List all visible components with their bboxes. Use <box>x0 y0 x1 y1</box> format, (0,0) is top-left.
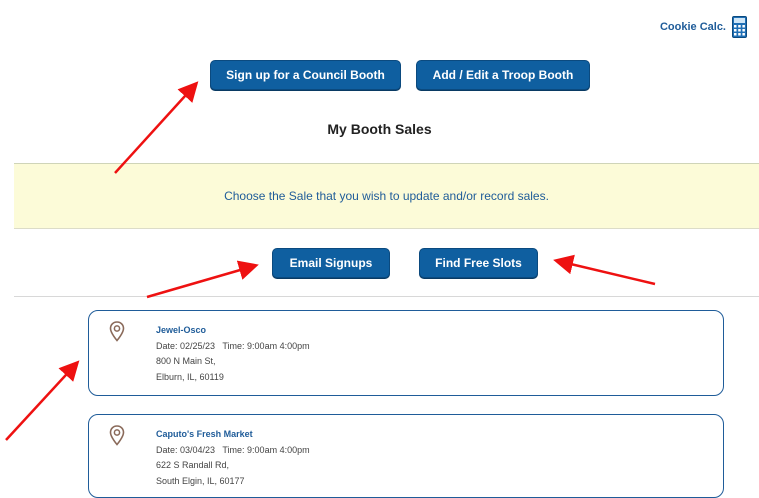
arrow-to-free-slots-button <box>553 254 656 286</box>
council-booth-signup-button[interactable]: Sign up for a Council Booth <box>210 60 401 90</box>
cookie-calc-link[interactable]: Cookie Calc. <box>660 16 747 38</box>
booth-name: Caputo's Fresh Market <box>156 429 253 439</box>
booth-date-time: Date: 02/25/23 Time: 9:00am 4:00pm <box>156 340 310 351</box>
booth-card[interactable]: Caputo's Fresh Market Date: 03/04/23 Tim… <box>88 414 724 498</box>
section-divider <box>14 296 759 297</box>
booth-address: 800 N Main St, <box>156 356 216 366</box>
banner-text: Choose the Sale that you wish to update … <box>224 189 549 203</box>
booth-date-time: Date: 03/04/23 Time: 9:00am 4:00pm <box>156 444 310 455</box>
email-signups-button[interactable]: Email Signups <box>272 248 390 278</box>
booth-address: 622 S Randall Rd, <box>156 460 230 470</box>
location-pin-icon <box>109 425 125 446</box>
booth-card[interactable]: Jewel-Osco Date: 02/25/23 Time: 9:00am 4… <box>88 310 724 396</box>
arrow-to-email-button <box>146 260 259 299</box>
booth-city: South Elgin, IL, 60177 <box>156 475 245 486</box>
page-title: My Booth Sales <box>327 121 432 137</box>
booth-name: Jewel-Osco <box>156 325 207 335</box>
troop-booth-edit-button[interactable]: Add / Edit a Troop Booth <box>416 60 590 90</box>
cookie-calc-label: Cookie Calc. <box>659 21 726 33</box>
arrow-to-booth-card <box>5 360 80 441</box>
find-free-slots-button[interactable]: Find Free Slots <box>419 248 538 278</box>
instruction-banner: Choose the Sale that you wish to update … <box>14 163 759 229</box>
location-pin-icon <box>109 321 125 342</box>
booth-city: Elburn, IL, 60119 <box>156 371 224 382</box>
calculator-icon <box>732 16 747 38</box>
